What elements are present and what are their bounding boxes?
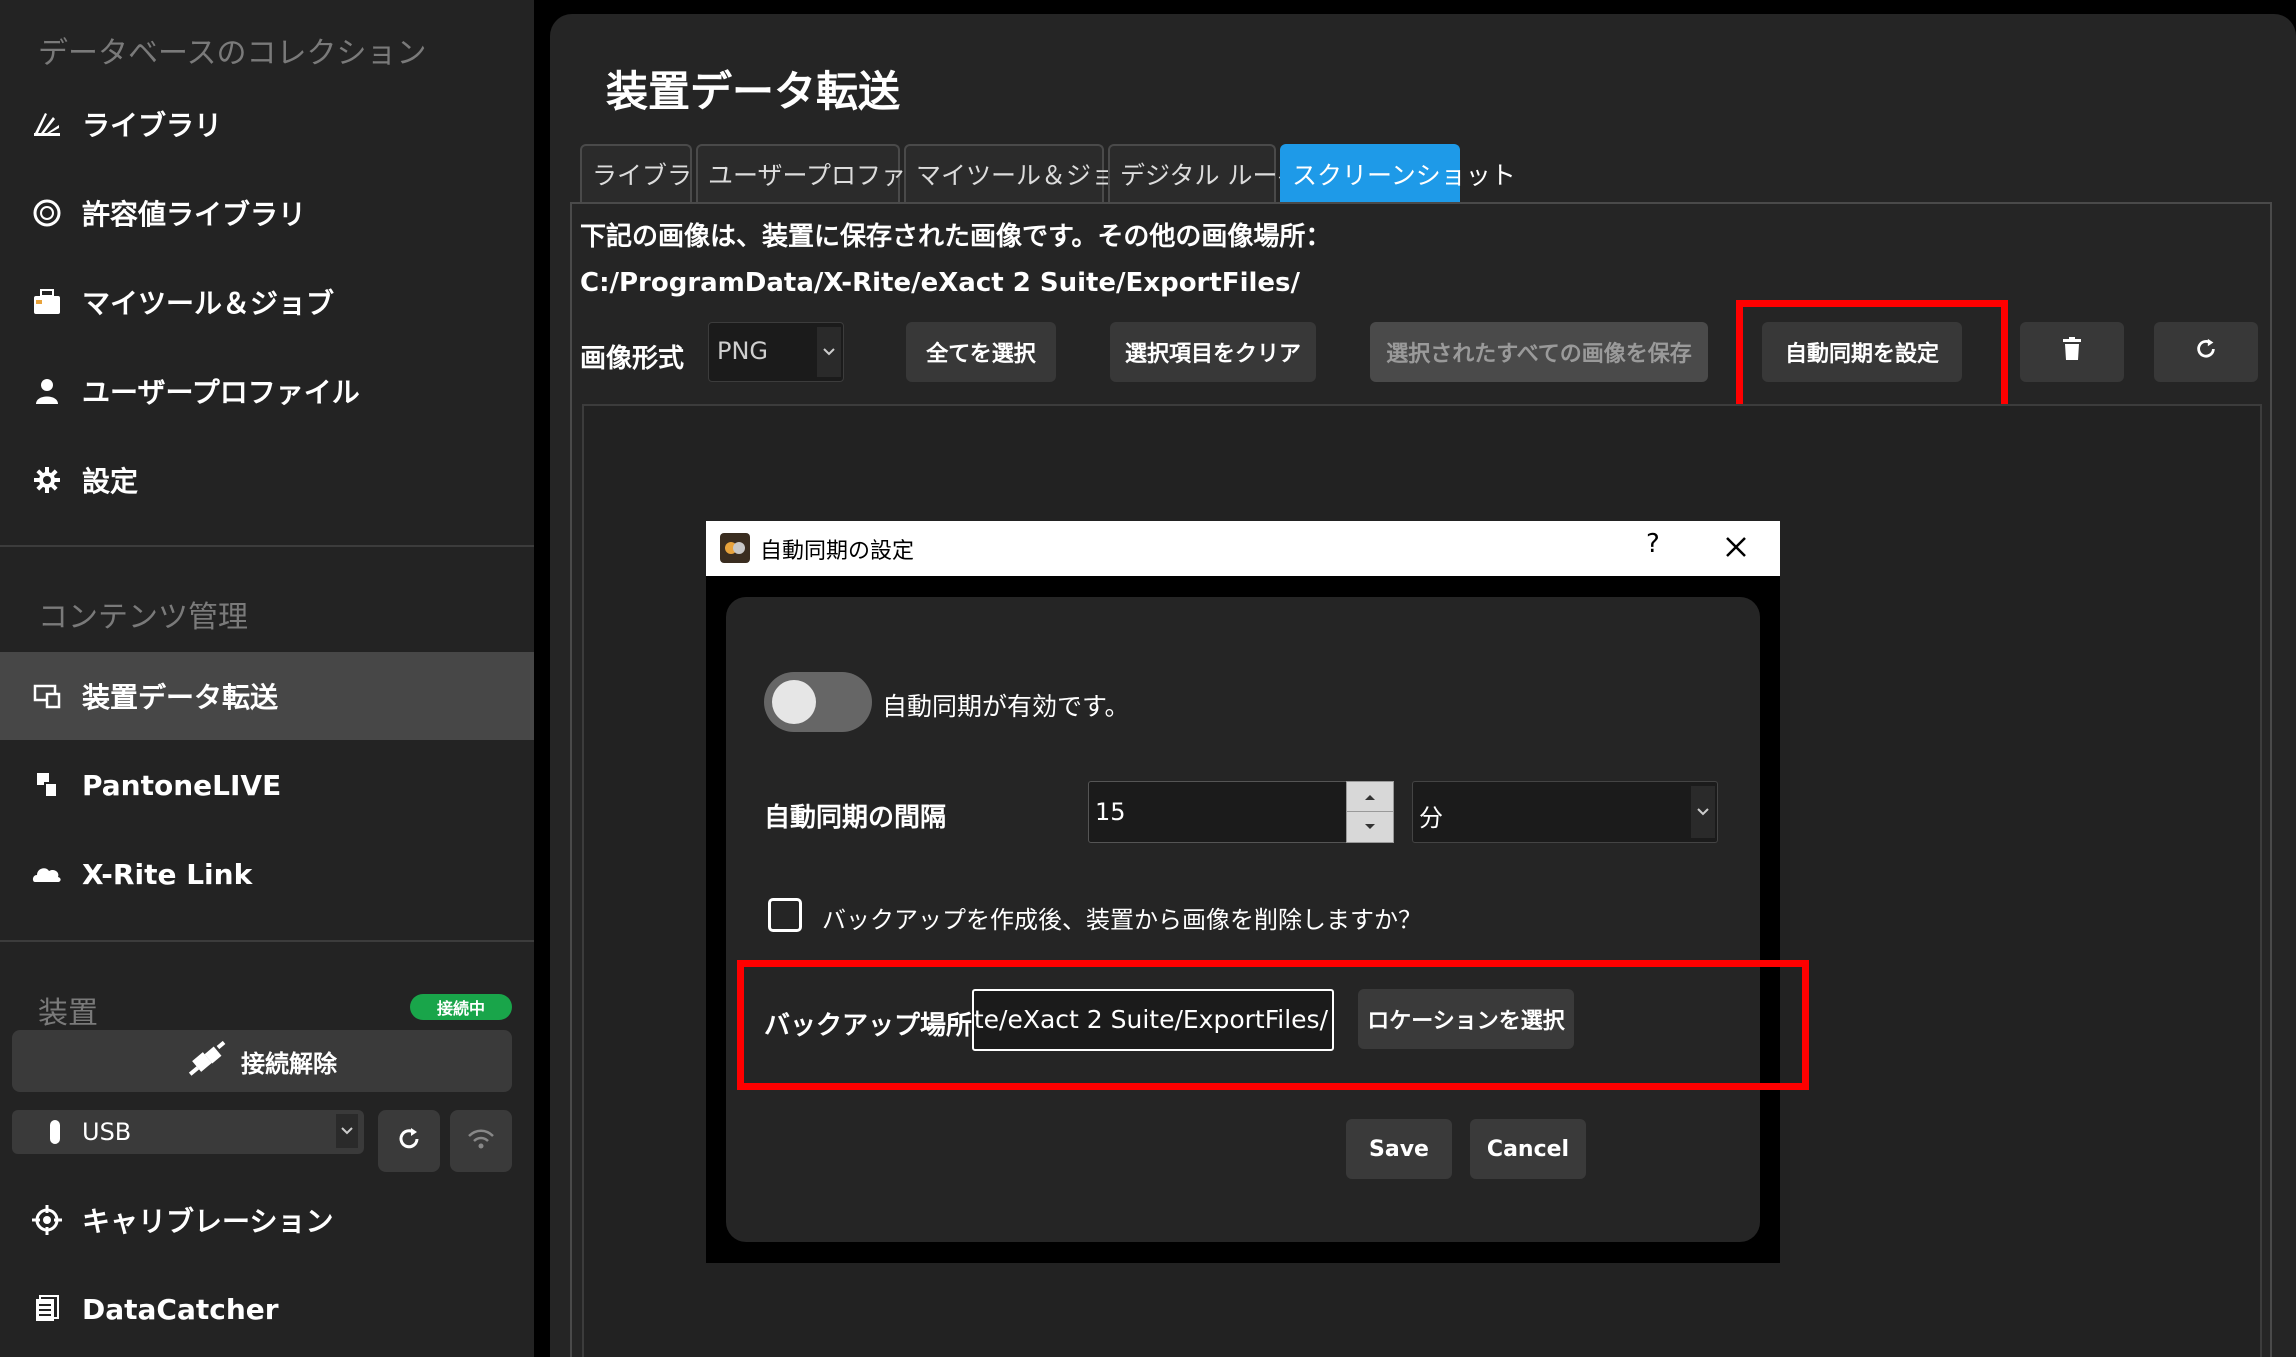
interval-label: 自動同期の間隔	[764, 803, 947, 833]
trash-icon	[2062, 337, 2082, 367]
divider	[0, 545, 534, 547]
app-icon	[720, 533, 750, 563]
image-path: C:/ProgramData/X-Rite/eXact 2 Suite/Expo…	[580, 268, 1301, 298]
disconnect-button[interactable]: 接続解除	[12, 1030, 512, 1092]
tab-screenshot[interactable]: スクリーンショット	[1280, 144, 1516, 202]
divider	[0, 940, 534, 942]
sidebar-item-label: 許容値ライブラリ	[82, 198, 307, 231]
tab-bar: ライブラリ ユーザープロファイル マイツール＆ジョブ デジタル ルーペ スクリー…	[580, 144, 1516, 202]
connection-type-select[interactable]: USB	[12, 1110, 364, 1154]
sidebar-item-label: ユーザープロファイル	[82, 376, 360, 409]
cloud-icon	[30, 857, 64, 891]
interval-input[interactable]: 15	[1088, 781, 1356, 843]
sidebar-item-datacatcher[interactable]: DataCatcher	[0, 1265, 534, 1353]
save-button[interactable]: Save	[1346, 1119, 1452, 1179]
highlight-box-backup-location	[737, 960, 1809, 1090]
toggle-knob	[772, 680, 816, 724]
chevron-down-icon	[1691, 786, 1715, 838]
spin-up-icon[interactable]	[1347, 782, 1393, 812]
tab-user-profile[interactable]: ユーザープロファイル	[696, 144, 956, 202]
sidebar-item-label: キャリブレーション	[82, 1205, 334, 1238]
sidebar-item-mytools-jobs[interactable]: マイツール＆ジョブ	[0, 258, 534, 346]
sidebar-item-settings[interactable]: 設定	[0, 436, 534, 524]
sidebar-item-tolerance-library[interactable]: 許容値ライブラリ	[0, 169, 534, 257]
format-label: 画像形式	[580, 344, 685, 374]
refresh-connection-button[interactable]	[378, 1110, 440, 1172]
tab-mytools-jobs[interactable]: マイツール＆ジョブ	[904, 144, 1141, 202]
chevron-down-icon	[817, 327, 841, 377]
disconnect-label: 接続解除	[241, 1049, 337, 1078]
interval-value: 15	[1095, 798, 1126, 826]
usb-icon	[48, 1118, 62, 1150]
sidebar-item-user-profile[interactable]: ユーザープロファイル	[0, 347, 534, 435]
sidebar-item-label: X-Rite Link	[82, 857, 253, 891]
help-button[interactable]: ?	[1646, 529, 1660, 559]
delete-after-backup-checkbox[interactable]	[768, 898, 802, 932]
sidebar-item-label: マイツール＆ジョブ	[82, 287, 335, 320]
interval-unit-value: 分	[1419, 804, 1443, 832]
pantonelive-icon	[30, 768, 64, 802]
cancel-button[interactable]: Cancel	[1470, 1119, 1586, 1179]
gear-icon	[30, 463, 64, 497]
sidebar: データベースのコレクション ライブラリ 許容値ライブラリ マイツール＆ジョブ ユ…	[0, 0, 534, 1357]
spin-down-icon[interactable]	[1347, 812, 1393, 842]
section-header-device: 装置	[38, 996, 98, 1031]
sidebar-item-xrite-link[interactable]: X-Rite Link	[0, 830, 534, 918]
dialog-body: 自動同期が有効です。 自動同期の間隔 15 分 バックアップを作成後、装置から画…	[726, 597, 1760, 1242]
auto-sync-dialog: 自動同期の設定 ? 自動同期が有効です。 自動同期の間隔 15 分 バックアップ…	[706, 521, 1780, 1263]
refresh-icon	[2194, 337, 2218, 367]
format-select[interactable]: PNG	[708, 322, 844, 382]
close-icon[interactable]	[1716, 527, 1756, 567]
auto-sync-toggle-label: 自動同期が有効です。	[882, 692, 1130, 721]
sidebar-item-label: DataCatcher	[82, 1292, 279, 1326]
sidebar-item-library[interactable]: ライブラリ	[0, 80, 534, 168]
sidebar-item-label: PantoneLIVE	[82, 768, 282, 802]
tab-library[interactable]: ライブラリ	[580, 144, 717, 202]
refresh-button[interactable]	[2154, 322, 2258, 382]
wifi-button[interactable]	[450, 1110, 512, 1172]
calibration-icon	[30, 1203, 64, 1237]
sidebar-item-pantonelive[interactable]: PantoneLIVE	[0, 741, 534, 829]
user-icon	[30, 374, 64, 408]
sidebar-item-label: 装置データ転送	[82, 681, 279, 714]
device-transfer-icon	[30, 679, 64, 713]
status-badge: 接続中	[410, 994, 512, 1020]
dialog-title: 自動同期の設定	[760, 539, 915, 564]
delete-after-backup-label: バックアップを作成後、装置から画像を削除しますか？	[822, 906, 1422, 934]
format-value: PNG	[717, 337, 769, 365]
sidebar-item-label: 設定	[82, 465, 139, 498]
delete-button[interactable]	[2020, 322, 2124, 382]
page-title: 装置データ転送	[606, 67, 901, 116]
auto-sync-toggle[interactable]	[764, 672, 872, 732]
chevron-down-icon	[336, 1114, 358, 1148]
section-header-collection: データベースのコレクション	[38, 36, 427, 71]
save-all-selected-button[interactable]: 選択されたすべての画像を保存	[1370, 322, 1708, 382]
library-icon	[30, 107, 64, 141]
datacatcher-icon	[30, 1292, 64, 1326]
sidebar-item-calibration[interactable]: キャリブレーション	[0, 1176, 534, 1264]
tab-digital-loupe[interactable]: デジタル ルーペ	[1108, 144, 1302, 202]
select-all-button[interactable]: 全てを選択	[906, 322, 1056, 382]
wifi-icon	[466, 1127, 496, 1155]
plug-icon	[187, 1040, 227, 1081]
info-text: 下記の画像は、装置に保存された画像です。その他の画像場所：	[580, 222, 1332, 252]
interval-unit-select[interactable]: 分	[1412, 781, 1718, 843]
clear-selection-button[interactable]: 選択項目をクリア	[1110, 322, 1316, 382]
sidebar-item-label: ライブラリ	[82, 109, 223, 142]
sidebar-item-device-transfer[interactable]: 装置データ転送	[0, 652, 534, 740]
section-header-content: コンテンツ管理	[38, 600, 248, 635]
toolbox-icon	[30, 285, 64, 319]
tolerance-icon	[30, 196, 64, 230]
refresh-icon	[396, 1126, 422, 1156]
connection-type-value: USB	[82, 1118, 132, 1146]
interval-spinner	[1346, 781, 1394, 843]
dialog-titlebar: 自動同期の設定 ?	[706, 521, 1780, 576]
